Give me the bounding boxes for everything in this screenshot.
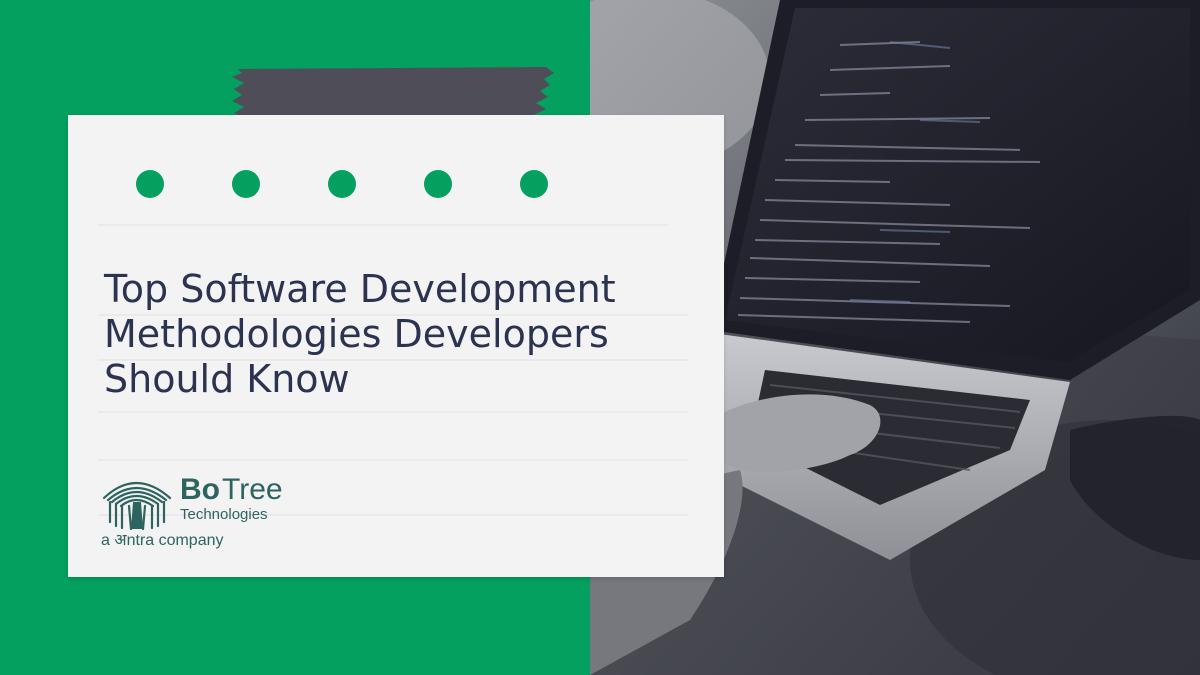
page-title: Top Software Development Methodologies D…: [104, 267, 704, 402]
banyan-tree-logo-icon: [102, 481, 172, 530]
green-dot-icon: [136, 170, 164, 198]
green-dot-icon: [232, 170, 260, 198]
brand-subtitle: Technologies: [180, 506, 268, 523]
botree-logo: Bo Tree Technologies a अntra company: [100, 470, 320, 550]
brand-name-bold: Bo: [180, 473, 220, 506]
green-dot-icon: [328, 170, 356, 198]
green-dot-icon: [520, 170, 548, 198]
green-dot-icon: [424, 170, 452, 198]
brand-tagline: a अntra company: [101, 532, 224, 549]
decorative-dots: [68, 170, 548, 198]
headline-line-1: Top Software Development: [104, 267, 616, 311]
brand-name-regular: Tree: [222, 473, 283, 506]
headline-line-2: Methodologies Developers: [104, 312, 609, 356]
headline-line-3: Should Know: [104, 357, 350, 401]
